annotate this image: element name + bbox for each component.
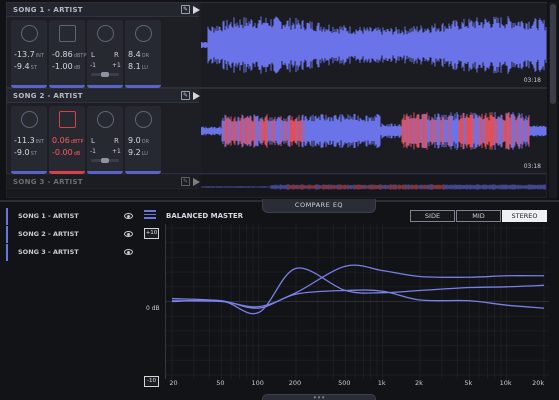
play-icon[interactable] <box>193 5 200 14</box>
db-max-box[interactable]: +10 <box>144 228 159 239</box>
loudness-meter: -11.3INT -9.0ST <box>11 106 47 174</box>
pan-right-label: R <box>114 137 119 145</box>
pan-max: +1 <box>112 148 121 155</box>
loudness-int: -11.3 <box>14 136 35 145</box>
play-icon[interactable] <box>193 91 200 100</box>
loudness-st: -9.4 <box>14 62 30 71</box>
song-list-item[interactable]: SONG 1 - ARTIST <box>6 208 136 225</box>
waveform-graphic <box>201 16 547 74</box>
frequency-tick-label: 2k <box>415 379 423 387</box>
mode-mid-button[interactable]: MID <box>456 210 501 222</box>
dynamics-icon <box>135 111 152 128</box>
mode-side-button[interactable]: SIDE <box>410 210 455 222</box>
peak-meter: -0.86dBTP -1.00dB <box>49 20 86 88</box>
dynamics-icon <box>135 25 152 42</box>
eq-curve-chart[interactable] <box>165 224 549 379</box>
track-title: SONG 1 - ARTIST <box>13 6 83 14</box>
loudness-meter: -13.7INT -9.4ST <box>11 20 47 88</box>
eq-panel: COMPARE EQ SONG 1 - ARTIST SONG 2 - ARTI… <box>0 199 559 400</box>
track-header: SONG 2 - ARTIST ✎ <box>7 89 200 103</box>
frequency-axis: 20 50 100 200 500 1k 2k 5k 10k 20k <box>165 379 549 391</box>
db-min-box[interactable]: -10 <box>144 376 159 387</box>
stereo-icon <box>97 111 114 128</box>
eq-curve-1 <box>171 264 545 308</box>
eq-title: BALANCED MASTER <box>166 212 244 220</box>
frequency-tick-label: 200 <box>288 379 302 387</box>
db-zero-label: 0 dB <box>146 305 160 312</box>
loudness-int: -13.7 <box>14 50 35 59</box>
pan-slider[interactable] <box>91 72 119 77</box>
pan-knob[interactable] <box>101 158 109 163</box>
pan-left-label: L <box>91 51 95 59</box>
eye-icon[interactable] <box>124 213 133 219</box>
pan-slider[interactable] <box>91 158 119 163</box>
loudness-st: -9.0 <box>14 148 30 157</box>
frequency-tick-label: 10k <box>499 379 512 387</box>
waveform[interactable]: 03:18 <box>201 3 547 87</box>
edit-icon[interactable]: ✎ <box>181 5 190 14</box>
edit-icon[interactable]: ✎ <box>181 91 190 100</box>
frequency-tick-label: 100 <box>251 379 264 387</box>
track-card-2: SONG 2 - ARTIST ✎ -11.3INT -9.0ST 0.06dB… <box>6 88 547 174</box>
pan-knob[interactable] <box>101 72 109 77</box>
peak-icon <box>59 111 76 128</box>
track-header: SONG 3 - ARTIST ✎ <box>7 175 200 189</box>
peak-meter: 0.06dBTP -0.00dB <box>49 106 85 174</box>
song-list: SONG 1 - ARTIST SONG 2 - ARTIST SONG 3 -… <box>6 208 136 262</box>
frequency-tick-label: 20k <box>532 379 545 387</box>
dynamics-dr: 9.0 <box>128 136 141 145</box>
peak-db: -1.00 <box>52 62 73 71</box>
edit-icon[interactable]: ✎ <box>181 177 190 186</box>
pan-left-label: L <box>91 137 95 145</box>
pan-max: +1 <box>112 62 121 69</box>
duration-label: 03:18 <box>523 163 541 170</box>
stereo-meter: L R -1 +1 <box>87 106 123 174</box>
track-card-1: SONG 1 - ARTIST ✎ -13.7INT -9.4ST -0.86d… <box>6 2 547 88</box>
dynamics-meter: 8.4DR 8.1LU <box>125 20 161 88</box>
peak-tp: -0.86 <box>52 50 73 59</box>
peak-db: -0.00 <box>52 148 73 157</box>
dynamics-lu: 8.1 <box>128 62 141 71</box>
mode-selector: SIDE MID STEREO <box>410 210 547 222</box>
waveform-graphic <box>201 184 546 190</box>
stereo-icon <box>97 25 114 42</box>
stereo-meter: L R -1 +1 <box>87 20 123 88</box>
song-list-item[interactable]: SONG 3 - ARTIST <box>6 244 136 261</box>
track-title: SONG 3 - ARTIST <box>13 178 83 186</box>
scrollbar-thumb[interactable] <box>550 4 556 104</box>
menu-icon[interactable] <box>144 210 156 219</box>
bottom-panel-tab[interactable]: ▾ ▾ ▾ <box>262 394 376 400</box>
peak-icon <box>59 25 76 42</box>
speaker-icon <box>21 111 38 128</box>
play-icon[interactable] <box>193 177 200 186</box>
dynamics-lu: 9.2 <box>128 148 141 157</box>
frequency-tick-label: 20 <box>169 379 178 387</box>
song-list-item[interactable]: SONG 2 - ARTIST <box>6 226 136 243</box>
dynamics-dr: 8.4 <box>128 50 141 59</box>
duration-label: 03:18 <box>523 77 541 84</box>
pan-min: -1 <box>90 148 96 155</box>
speaker-icon <box>21 25 38 42</box>
frequency-tick-label: 50 <box>216 379 225 387</box>
track-list-scrollbar[interactable] <box>549 2 557 198</box>
mode-stereo-button[interactable]: STEREO <box>502 210 547 222</box>
track-header: SONG 1 - ARTIST ✎ <box>7 3 200 17</box>
waveform[interactable] <box>201 175 546 197</box>
frequency-tick-label: 500 <box>338 379 351 387</box>
frequency-tick-label: 1k <box>377 379 386 387</box>
track-card-3: SONG 3 - ARTIST ✎ <box>6 174 547 198</box>
pan-min: -1 <box>90 62 96 69</box>
waveform-graphic <box>201 112 547 150</box>
eye-icon[interactable] <box>124 231 133 237</box>
waveform[interactable]: 03:18 <box>201 89 547 173</box>
pan-right-label: R <box>114 51 119 59</box>
frequency-tick-label: 5k <box>464 379 473 387</box>
dynamics-meter: 9.0DR 9.2LU <box>125 106 161 174</box>
compare-eq-tab[interactable]: COMPARE EQ <box>262 199 376 213</box>
track-title: SONG 2 - ARTIST <box>13 92 83 100</box>
eye-icon[interactable] <box>124 249 133 255</box>
peak-tp: 0.06 <box>52 136 70 145</box>
